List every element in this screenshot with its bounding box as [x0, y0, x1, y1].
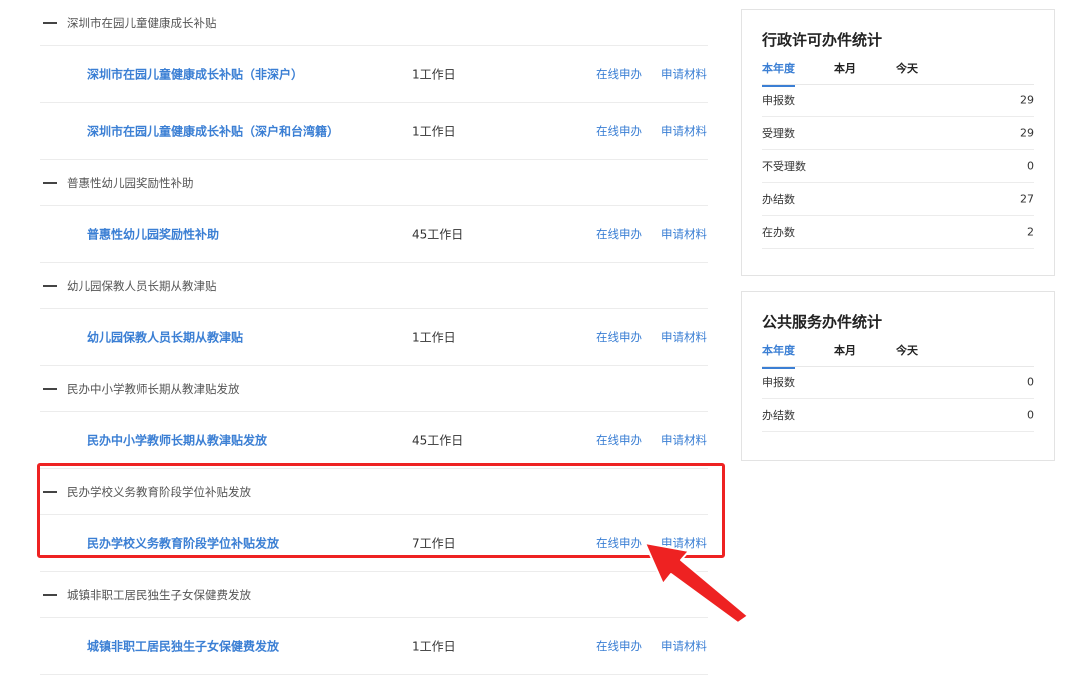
stat-value: 29: [1020, 126, 1034, 140]
public-stats-panel: 公共服务办件统计 本年度 本月 今天 申报数 0 办结数 0: [741, 291, 1055, 461]
stat-row: 申报数 0: [762, 366, 1034, 399]
stat-value: 29: [1020, 93, 1034, 107]
collapse-icon[interactable]: [43, 181, 57, 184]
tab-this-year[interactable]: 本年度: [762, 342, 795, 369]
group-title: 深圳市在园儿童健康成长补贴: [67, 15, 217, 30]
processing-days: 45工作日: [412, 433, 464, 448]
materials-link[interactable]: 申请材料: [661, 432, 707, 448]
stat-label: 申报数: [762, 376, 795, 389]
tab-today[interactable]: 今天: [896, 342, 918, 358]
group-title: 民办学校义务教育阶段学位补贴发放: [67, 484, 251, 499]
group-title: 幼儿园保教人员长期从教津贴: [67, 278, 217, 293]
apply-online-link[interactable]: 在线申办: [596, 638, 642, 654]
stat-row: 在办数 2: [762, 216, 1034, 249]
service-name-link[interactable]: 民办学校义务教育阶段学位补贴发放: [87, 535, 279, 552]
materials-link[interactable]: 申请材料: [661, 226, 707, 242]
stats-table: 申报数 29 受理数 29 不受理数 0 办结数 27 在办数 2: [762, 84, 1034, 249]
group-title: 民办中小学教师长期从教津贴发放: [67, 381, 240, 396]
group-header[interactable]: 深圳市在园儿童健康成长补贴: [40, 0, 708, 46]
processing-days: 1工作日: [412, 67, 456, 82]
stat-label: 办结数: [762, 409, 795, 422]
service-name-link[interactable]: 深圳市在园儿童健康成长补贴（深户和台湾籍）: [87, 123, 339, 140]
period-tabs: 本年度 本月 今天: [762, 342, 1034, 369]
group-header[interactable]: 普惠性幼儿园奖励性补助: [40, 160, 708, 206]
stat-value: 27: [1020, 192, 1034, 206]
apply-online-link[interactable]: 在线申办: [596, 535, 642, 551]
materials-link[interactable]: 申请材料: [661, 329, 707, 345]
stat-row: 申报数 29: [762, 84, 1034, 117]
stat-value: 0: [1027, 375, 1034, 389]
processing-days: 7工作日: [412, 536, 456, 551]
collapse-icon[interactable]: [43, 593, 57, 596]
apply-online-link[interactable]: 在线申办: [596, 226, 642, 242]
group-title: 城镇非职工居民独生子女保健费发放: [67, 587, 251, 602]
list-item: 民办中小学教师长期从教津贴发放 45工作日 在线申办 申请材料: [40, 412, 708, 469]
group-header[interactable]: 民办学校义务教育阶段学位补贴发放: [40, 469, 708, 515]
tab-this-month[interactable]: 本月: [834, 342, 856, 358]
apply-online-link[interactable]: 在线申办: [596, 432, 642, 448]
stat-label: 受理数: [762, 127, 795, 140]
processing-days: 45工作日: [412, 227, 464, 242]
list-item: 深圳市在园儿童健康成长补贴（深户和台湾籍） 1工作日 在线申办 申请材料: [40, 103, 708, 160]
collapse-icon[interactable]: [43, 284, 57, 287]
stat-label: 申报数: [762, 94, 795, 107]
stat-label: 办结数: [762, 193, 795, 206]
service-list: 深圳市在园儿童健康成长补贴 深圳市在园儿童健康成长补贴（非深户） 1工作日 在线…: [40, 0, 708, 675]
materials-link[interactable]: 申请材料: [661, 638, 707, 654]
materials-link[interactable]: 申请材料: [661, 535, 707, 551]
collapse-icon[interactable]: [43, 387, 57, 390]
stat-row: 办结数 0: [762, 399, 1034, 432]
service-name-link[interactable]: 城镇非职工居民独生子女保健费发放: [87, 638, 279, 655]
stat-row: 受理数 29: [762, 117, 1034, 150]
stat-row: 办结数 27: [762, 183, 1034, 216]
group-header[interactable]: 民办中小学教师长期从教津贴发放: [40, 366, 708, 412]
processing-days: 1工作日: [412, 124, 456, 139]
stat-value: 0: [1027, 159, 1034, 173]
collapse-icon[interactable]: [43, 21, 57, 24]
list-item: 城镇非职工居民独生子女保健费发放 1工作日 在线申办 申请材料: [40, 618, 708, 675]
processing-days: 1工作日: [412, 330, 456, 345]
tab-this-month[interactable]: 本月: [834, 60, 856, 76]
admin-stats-panel: 行政许可办件统计 本年度 本月 今天 申报数 29 受理数 29 不受理数 0 …: [741, 9, 1055, 276]
stat-value: 2: [1027, 225, 1034, 239]
stat-row: 不受理数 0: [762, 150, 1034, 183]
stat-label: 在办数: [762, 226, 795, 239]
list-item: 民办学校义务教育阶段学位补贴发放 7工作日 在线申办 申请材料: [40, 515, 708, 572]
apply-online-link[interactable]: 在线申办: [596, 329, 642, 345]
service-name-link[interactable]: 深圳市在园儿童健康成长补贴（非深户）: [87, 66, 303, 83]
materials-link[interactable]: 申请材料: [661, 66, 707, 82]
collapse-icon[interactable]: [43, 490, 57, 493]
service-name-link[interactable]: 普惠性幼儿园奖励性补助: [87, 226, 219, 243]
group-header[interactable]: 幼儿园保教人员长期从教津贴: [40, 263, 708, 309]
group-title: 普惠性幼儿园奖励性补助: [67, 175, 194, 190]
stat-value: 0: [1027, 408, 1034, 422]
period-tabs: 本年度 本月 今天: [762, 60, 1034, 87]
apply-online-link[interactable]: 在线申办: [596, 66, 642, 82]
materials-link[interactable]: 申请材料: [661, 123, 707, 139]
tab-today[interactable]: 今天: [896, 60, 918, 76]
list-item: 普惠性幼儿园奖励性补助 45工作日 在线申办 申请材料: [40, 206, 708, 263]
processing-days: 1工作日: [412, 639, 456, 654]
service-name-link[interactable]: 民办中小学教师长期从教津贴发放: [87, 432, 267, 449]
stats-table: 申报数 0 办结数 0: [762, 366, 1034, 432]
panel-title: 行政许可办件统计: [762, 31, 883, 49]
apply-online-link[interactable]: 在线申办: [596, 123, 642, 139]
list-item: 幼儿园保教人员长期从教津贴 1工作日 在线申办 申请材料: [40, 309, 708, 366]
service-name-link[interactable]: 幼儿园保教人员长期从教津贴: [87, 329, 243, 346]
panel-title: 公共服务办件统计: [762, 313, 883, 331]
group-header[interactable]: 城镇非职工居民独生子女保健费发放: [40, 572, 708, 618]
stat-label: 不受理数: [762, 160, 806, 173]
tab-this-year[interactable]: 本年度: [762, 60, 795, 87]
list-item: 深圳市在园儿童健康成长补贴（非深户） 1工作日 在线申办 申请材料: [40, 46, 708, 103]
